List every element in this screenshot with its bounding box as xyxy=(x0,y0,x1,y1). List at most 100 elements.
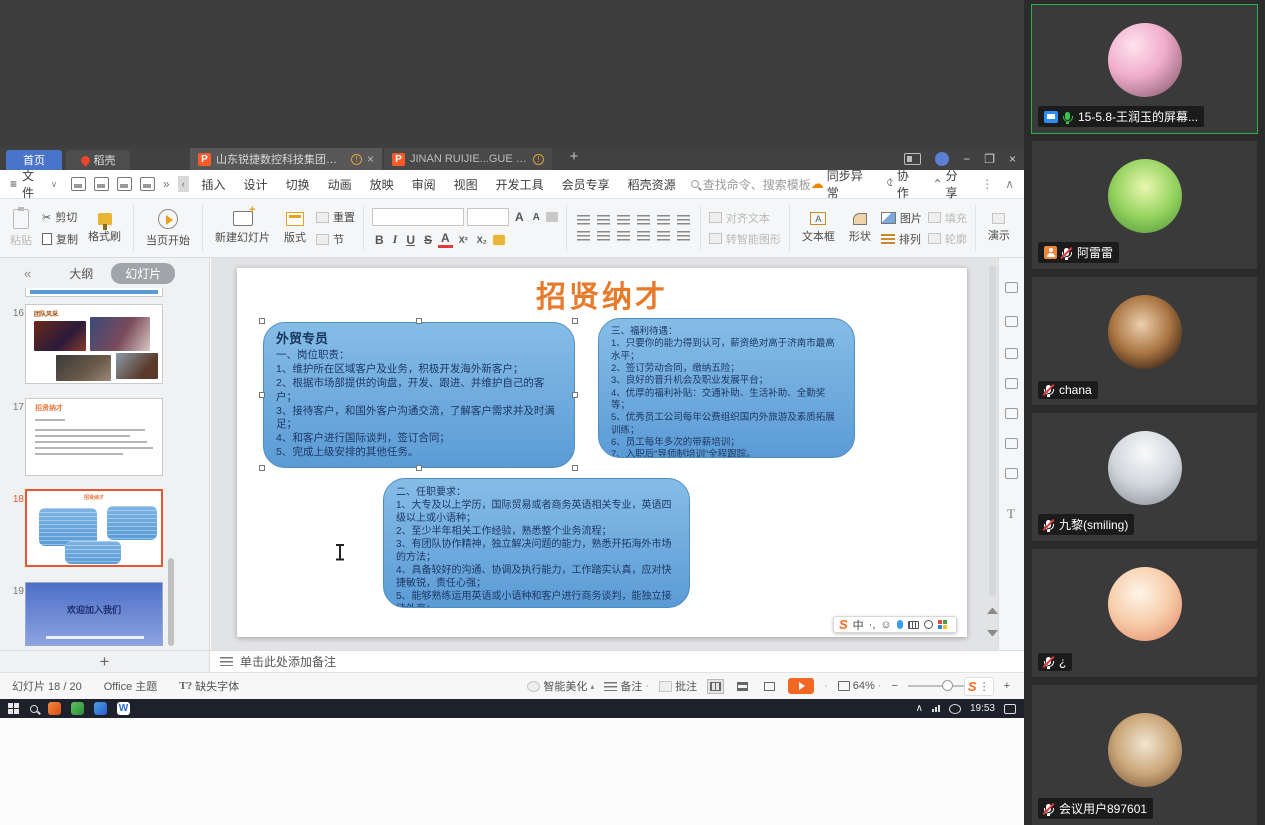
reading-view-button[interactable] xyxy=(761,679,778,694)
cut-button[interactable]: ✂ 剪切 xyxy=(42,209,78,225)
indent-increase-icon[interactable] xyxy=(637,215,650,226)
welfare-text-box[interactable]: 三、福利待遇： 1、只要你的能力得到认可，薪资绝对高于济南市最高水平； 2、签订… xyxy=(598,318,855,458)
beautify-icon[interactable] xyxy=(1005,348,1018,359)
properties-icon[interactable] xyxy=(1005,282,1018,293)
beautify-button[interactable]: 智能美化 ▴ xyxy=(527,678,594,694)
notes-input[interactable]: 单击此处添加备注 xyxy=(210,651,336,672)
outline-button[interactable]: 轮廓 xyxy=(928,231,967,247)
participant-tile[interactable]: 九黎(smiling) xyxy=(1032,413,1257,541)
selection-handle[interactable] xyxy=(259,392,265,398)
selection-handle[interactable] xyxy=(259,318,265,324)
indent-decrease-icon[interactable] xyxy=(617,215,630,226)
taskbar-search-icon[interactable] xyxy=(30,705,38,713)
selection-handle[interactable] xyxy=(259,465,265,471)
ime-punctuation[interactable]: ·, xyxy=(869,619,876,631)
editing-canvas[interactable]: 招贤纳才 外贸专员 一、岗位职责： 1、维护所在区域客户及业务，积极开发海外新客… xyxy=(211,258,998,650)
taskbar-app-3[interactable] xyxy=(94,702,107,715)
account-avatar[interactable] xyxy=(935,152,949,166)
line-spacing-icon[interactable] xyxy=(677,215,690,226)
menu-design[interactable]: 设计 xyxy=(235,170,277,199)
distribute-icon[interactable] xyxy=(657,231,670,242)
align-right-icon[interactable] xyxy=(617,231,630,242)
selection-pane-icon[interactable] xyxy=(1005,438,1018,449)
picture-button[interactable]: 图片 xyxy=(881,210,922,226)
selection-handle[interactable] xyxy=(416,318,422,324)
italic-button[interactable]: I xyxy=(390,232,401,247)
arrange-button[interactable]: 排列 xyxy=(881,231,922,247)
notes-toggle-button[interactable]: 备注 · xyxy=(604,678,649,694)
justify-icon[interactable] xyxy=(637,231,650,242)
share-button[interactable]: ⌃ 分享 xyxy=(933,167,970,201)
reset-button[interactable]: 重置 xyxy=(316,209,355,225)
volume-icon[interactable] xyxy=(949,704,961,714)
new-tab-button[interactable]: + xyxy=(562,148,586,170)
canvas-scrollbar[interactable] xyxy=(989,266,996,596)
ime-keyboard-icon[interactable] xyxy=(908,621,919,629)
align-center-icon[interactable] xyxy=(597,231,610,242)
present-tools-button[interactable]: 演示 xyxy=(984,211,1014,245)
play-from-current-button[interactable]: 当页开始 xyxy=(142,207,194,250)
resource-icon[interactable] xyxy=(1005,468,1018,479)
section-button[interactable]: 节 xyxy=(316,231,355,247)
superscript-button[interactable]: X² xyxy=(456,235,471,245)
thumbnail-slide-16[interactable]: 团队风采 xyxy=(25,304,163,384)
save-icon[interactable] xyxy=(71,177,86,191)
previous-slide-button[interactable] xyxy=(987,608,998,614)
slide-18[interactable]: 招贤纳才 外贸专员 一、岗位职责： 1、维护所在区域客户及业务，积极开发海外新客… xyxy=(237,268,967,637)
next-slide-button[interactable] xyxy=(987,630,998,636)
new-slide-button[interactable]: 新建幻灯片 xyxy=(211,209,274,247)
animation-pane-icon[interactable] xyxy=(1005,316,1018,327)
menu-slideshow[interactable]: 放映 xyxy=(361,170,403,199)
participant-tile[interactable]: 阿雷雷 xyxy=(1032,141,1257,269)
menu-view[interactable]: 视图 xyxy=(445,170,487,199)
font-size-input[interactable] xyxy=(467,208,509,226)
taskbar-wps-icon[interactable]: W xyxy=(117,702,130,715)
doc-tab-active[interactable]: P 山东锐捷数控科技集团有限公司 ! × xyxy=(190,148,382,170)
participant-tile[interactable]: 会议用户897601 xyxy=(1032,685,1257,825)
start-button[interactable] xyxy=(8,703,20,715)
taskbar-app-2[interactable] xyxy=(71,702,84,715)
menu-review[interactable]: 审阅 xyxy=(403,170,445,199)
highlight-pen-icon[interactable] xyxy=(493,235,505,245)
close-doc-icon[interactable]: × xyxy=(367,152,374,166)
menu-docer-resources[interactable]: 稻壳资源 xyxy=(619,170,685,199)
smart-graphic-button[interactable]: 转智能图形 xyxy=(709,231,781,247)
shapes-button[interactable]: 形状 xyxy=(845,211,875,246)
doc-tab-pdf[interactable]: P JINAN RUIJIE...GUE 2018.pdf ! xyxy=(384,148,552,170)
participant-tile[interactable]: ¿ xyxy=(1032,549,1257,677)
add-slide-button[interactable]: + xyxy=(0,651,210,672)
duties-text-box[interactable]: 外贸专员 一、岗位职责： 1、维护所在区域客户及业务，积极开发海外新客户； 2、… xyxy=(263,322,575,468)
slide-sorter-view-button[interactable] xyxy=(734,679,751,694)
bold-button[interactable]: B xyxy=(372,233,387,247)
font-shrink-icon[interactable]: A xyxy=(530,212,543,223)
menu-insert[interactable]: 插入 xyxy=(193,170,235,199)
more-menu-icon[interactable]: ⋮ xyxy=(981,177,993,191)
columns-icon[interactable] xyxy=(677,231,690,242)
close-button[interactable]: × xyxy=(1009,152,1016,166)
requirements-text-box[interactable]: 二、任职要求： 1、大专及以上学历，国际贸易或者商务英语相关专业，英语四级以上或… xyxy=(383,478,690,608)
thumbnail-slide-19[interactable]: 欢迎加入我们 xyxy=(25,582,163,646)
sync-status[interactable]: ☁ 同步异常 xyxy=(811,167,874,201)
format-painter-button[interactable]: 格式刷 xyxy=(84,211,125,246)
zoom-slider-knob[interactable] xyxy=(942,680,953,691)
file-menu[interactable]: ≡ 文件 ∨ xyxy=(0,167,67,201)
subscript-button[interactable]: X₂ xyxy=(474,235,490,245)
selection-handle[interactable] xyxy=(572,465,578,471)
selection-handle[interactable] xyxy=(572,318,578,324)
ime-toolbar[interactable]: S 中 ·, ☺ xyxy=(833,616,957,633)
thumbnail-slide-17[interactable]: 招贤纳才 xyxy=(25,398,163,476)
font-grow-icon[interactable]: A xyxy=(512,210,527,224)
ime-voice-icon[interactable] xyxy=(897,620,903,629)
minimize-button[interactable]: − xyxy=(963,152,970,166)
selection-handle[interactable] xyxy=(572,392,578,398)
normal-view-button[interactable] xyxy=(707,679,724,694)
menu-scroll-left[interactable]: ‹ xyxy=(178,176,189,192)
ime-settings-icon[interactable] xyxy=(924,620,933,629)
print-preview-icon[interactable] xyxy=(140,177,155,191)
collaborate-button[interactable]: ৫ 协作 xyxy=(886,167,920,201)
underline-button[interactable]: U xyxy=(403,233,418,247)
zoom-slider[interactable] xyxy=(908,685,972,687)
text-tool-icon[interactable]: T xyxy=(1007,506,1015,522)
tab-outline[interactable]: 大纲 xyxy=(69,265,93,282)
participant-tile[interactable]: chana xyxy=(1032,277,1257,405)
